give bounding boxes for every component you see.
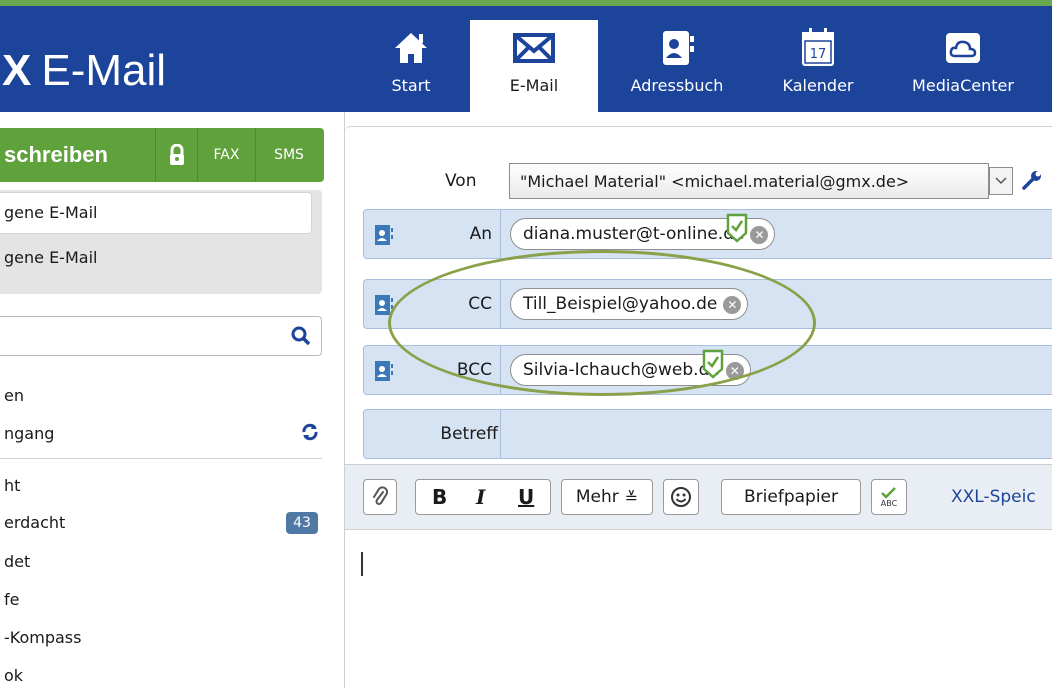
- search-icon: [291, 326, 311, 346]
- smiley-icon: [671, 487, 691, 507]
- compose-button[interactable]: schreiben: [0, 128, 156, 182]
- folder-item[interactable]: ht: [4, 476, 20, 495]
- tab-adressbuch[interactable]: Adressbuch: [612, 20, 742, 112]
- svg-text:ABC: ABC: [881, 499, 898, 508]
- app-brand: X E-Mail: [2, 46, 166, 96]
- recipient-address: Till_Beispiel@yahoo.de: [523, 294, 718, 314]
- from-select[interactable]: "Michael Material" <michael.material@gmx…: [509, 163, 989, 199]
- verified-shield-icon: [702, 349, 724, 379]
- address-book-icon[interactable]: [374, 360, 394, 382]
- subject-row: Betreff: [363, 409, 1052, 459]
- from-dropdown-button[interactable]: [989, 167, 1013, 195]
- address-book-icon: [655, 26, 699, 70]
- cc-label: CC: [468, 294, 492, 314]
- folder-item-inbox[interactable]: ngang: [4, 424, 54, 443]
- attach-button[interactable]: [363, 479, 397, 515]
- compose-header: Von "Michael Material" <michael.material…: [345, 126, 1052, 464]
- recipient-chip[interactable]: Silvia-Ichauch@web.de ✕: [510, 349, 751, 386]
- tab-kalender[interactable]: 17 Kalender: [768, 20, 868, 112]
- remove-recipient-icon[interactable]: ✕: [750, 226, 769, 244]
- chevron-down-icon: [995, 177, 1007, 185]
- mailbox-item[interactable]: gene E-Mail: [0, 192, 312, 234]
- lock-icon: [169, 144, 184, 165]
- to-row: An diana.muster@t-online.de ✕: [363, 209, 1052, 259]
- secure-compose-button[interactable]: [156, 128, 198, 182]
- message-body-editor[interactable]: [345, 530, 1052, 688]
- address-book-icon[interactable]: [374, 294, 394, 316]
- calendar-day-text: 17: [810, 47, 827, 62]
- underline-button[interactable]: U: [518, 485, 534, 509]
- stationery-button[interactable]: Briefpapier: [721, 479, 861, 515]
- spellcheck-icon: ABC: [881, 487, 898, 508]
- brand-logo-x: X: [2, 46, 32, 95]
- bcc-label: BCC: [456, 360, 492, 380]
- folder-item[interactable]: ok: [4, 666, 23, 685]
- sidebar-divider: [0, 458, 322, 459]
- cc-row: CC Till_Beispiel@yahoo.de ✕: [363, 279, 1052, 329]
- remove-recipient-icon[interactable]: ✕: [723, 296, 742, 314]
- address-book-icon[interactable]: [374, 224, 394, 246]
- bcc-row: BCC Silvia-Ichauch@web.de ✕: [363, 345, 1052, 395]
- recipient-address: diana.muster@t-online.de: [523, 224, 745, 244]
- subject-label: Betreff: [440, 424, 498, 444]
- remove-recipient-icon[interactable]: ✕: [725, 362, 744, 380]
- mailbox-selector: gene E-Mail gene E-Mail: [0, 190, 322, 294]
- mailbox-item[interactable]: gene E-Mail: [0, 238, 312, 280]
- recipient-chip[interactable]: diana.muster@t-online.de ✕: [510, 213, 776, 250]
- row-divider: [500, 410, 501, 458]
- more-button[interactable]: Mehr ≚: [561, 479, 653, 515]
- compose-pane: Von "Michael Material" <michael.material…: [344, 112, 1052, 688]
- brand-title: E-Mail: [41, 46, 167, 95]
- folder-item[interactable]: fe: [4, 590, 19, 609]
- spellcheck-button[interactable]: ABC: [871, 479, 907, 515]
- tab-kalender-label: Kalender: [782, 76, 854, 95]
- row-divider: [500, 210, 501, 258]
- tab-start-label: Start: [391, 76, 431, 95]
- bold-button[interactable]: B: [432, 485, 447, 509]
- folder-item[interactable]: -Kompass: [4, 628, 81, 647]
- folder-item[interactable]: en: [4, 386, 24, 405]
- calendar-icon: 17: [796, 26, 840, 70]
- row-divider: [500, 280, 501, 328]
- tab-email[interactable]: E-Mail: [470, 20, 598, 118]
- format-group: B I U: [415, 479, 551, 515]
- subject-input[interactable]: [502, 410, 1052, 458]
- cloud-icon: [941, 26, 985, 70]
- to-label: An: [469, 224, 492, 244]
- editor-toolbar: B I U Mehr ≚ Briefpapier ABC XXL-Speic: [345, 464, 1052, 530]
- sms-button[interactable]: SMS: [256, 128, 322, 182]
- double-chevron-down-icon: ≚: [624, 487, 639, 507]
- from-label: Von: [445, 171, 477, 191]
- tab-mediacenter[interactable]: MediaCenter: [888, 20, 1038, 112]
- tab-start[interactable]: Start: [374, 20, 448, 112]
- sidebar: schreiben FAX SMS gene E-Mail gene E-Mai…: [0, 112, 344, 688]
- folder-item[interactable]: det: [4, 552, 30, 571]
- italic-button[interactable]: I: [476, 485, 485, 509]
- text-caret: [361, 552, 363, 576]
- tab-mediacenter-label: MediaCenter: [912, 76, 1014, 95]
- emoji-button[interactable]: [663, 479, 699, 515]
- envelope-icon: [512, 26, 556, 70]
- compose-bar: schreiben FAX SMS: [0, 128, 324, 182]
- verified-shield-icon: [727, 213, 748, 243]
- xxl-storage-link[interactable]: XXL-Speic: [951, 487, 1036, 507]
- recipient-chip[interactable]: Till_Beispiel@yahoo.de ✕: [510, 288, 749, 320]
- app-header: X E-Mail Start E-Mail Adressbuch 17 Kalen…: [0, 6, 1052, 118]
- tab-email-label: E-Mail: [509, 76, 559, 95]
- tab-adressbuch-label: Adressbuch: [630, 76, 724, 95]
- home-icon: [389, 26, 433, 70]
- unread-count-badge: 43: [286, 512, 318, 534]
- wrench-icon[interactable]: [1021, 169, 1043, 191]
- fax-button[interactable]: FAX: [198, 128, 256, 182]
- more-label: Mehr: [575, 487, 619, 507]
- folder-item-spam[interactable]: erdacht: [4, 513, 65, 532]
- row-divider: [500, 346, 501, 394]
- recipient-address: Silvia-Ichauch@web.de: [523, 360, 720, 380]
- paperclip-icon: [373, 486, 388, 505]
- search-input[interactable]: [0, 316, 322, 356]
- refresh-icon[interactable]: [300, 422, 320, 442]
